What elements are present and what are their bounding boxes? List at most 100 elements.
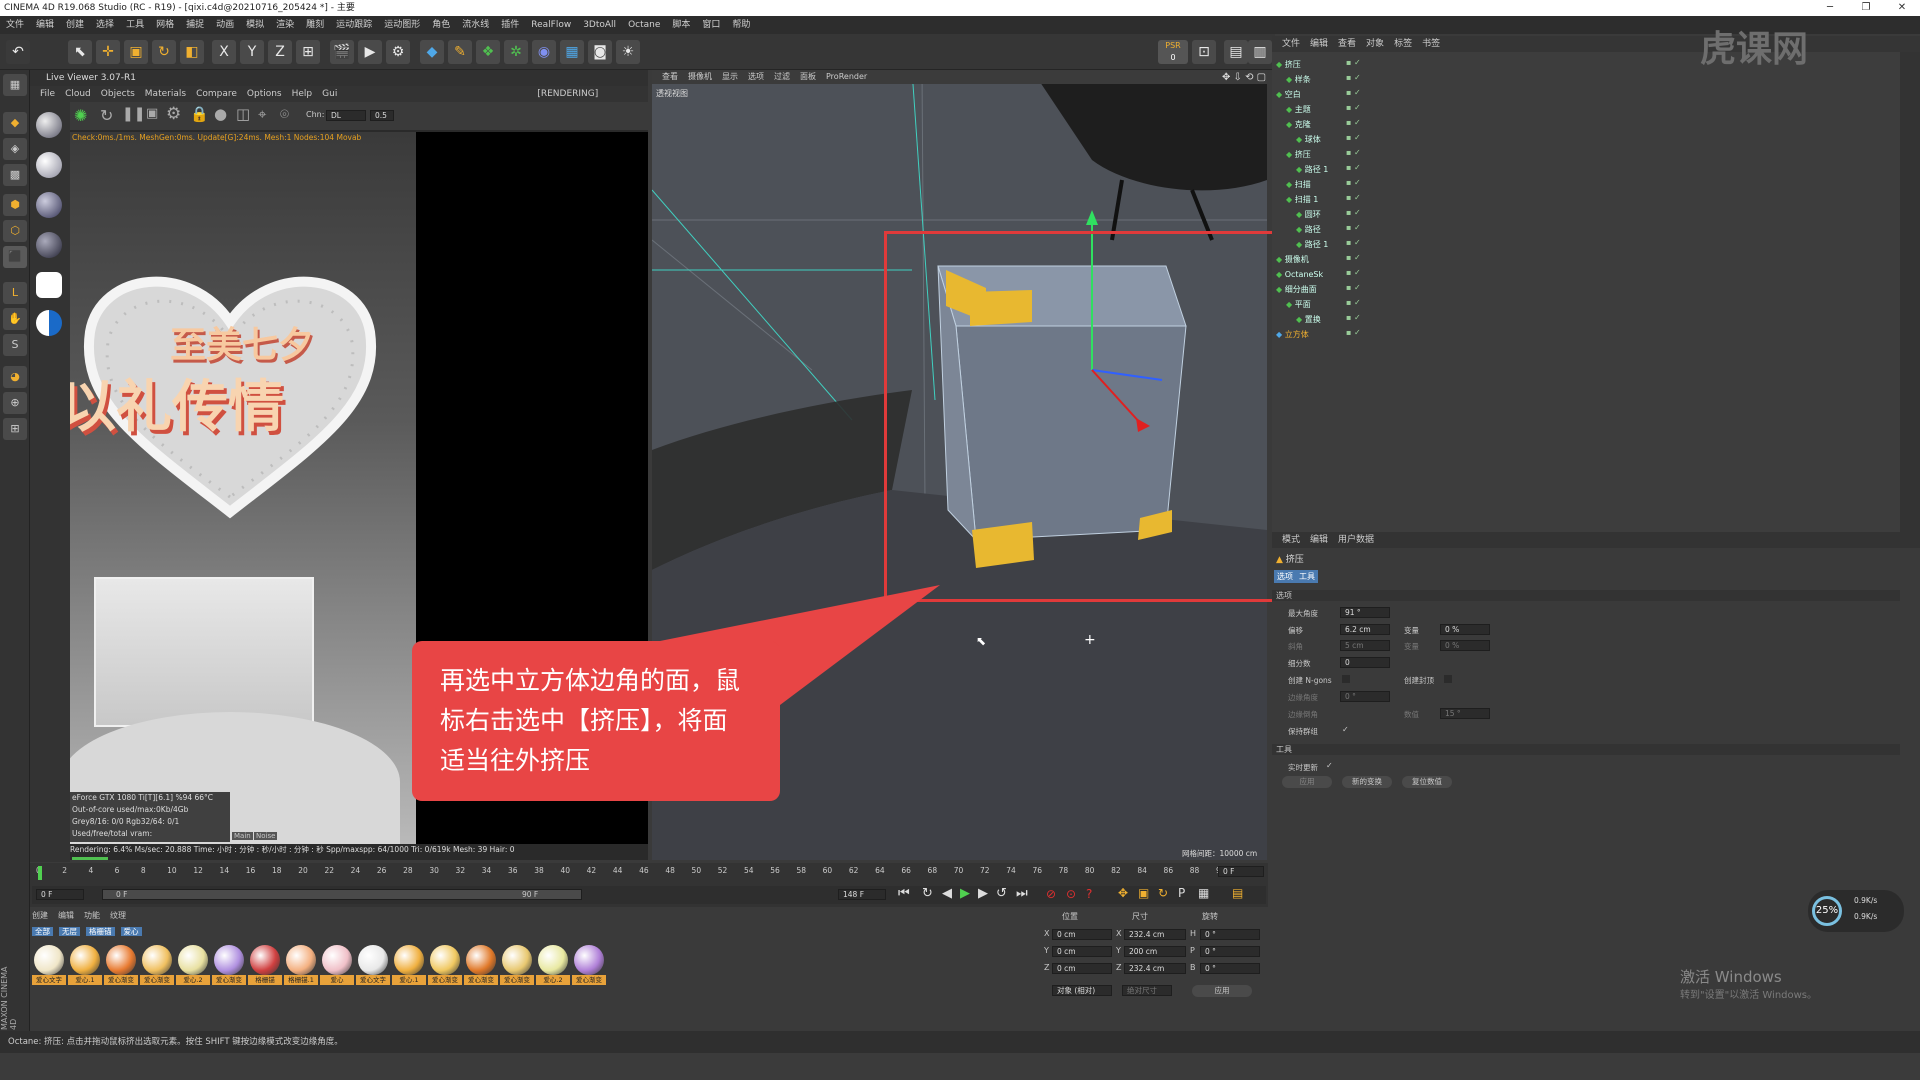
viewport-menu-item[interactable]: 摄像机 [688,72,712,81]
polygons-mode-icon[interactable]: ⬛ [3,246,27,268]
menu-item[interactable]: 工具 [126,16,144,34]
coord-position-field[interactable]: 0 cm [1052,946,1112,957]
texture-mode-icon[interactable]: ◈ [3,138,27,160]
layout-alt-icon[interactable]: ▥ [1248,40,1272,64]
objmgr-menu-item[interactable]: 标签 [1394,39,1412,49]
subdivision-icon[interactable]: ❖ [476,40,500,64]
menu-item[interactable]: 渲染 [276,16,294,34]
object-visibility-icon[interactable]: ▪ ✓ [1346,133,1361,142]
prev-frame-icon[interactable]: ◀ [942,886,952,901]
loop2-icon[interactable]: ↺ [996,886,1007,901]
offset-field[interactable]: 6.2 cm [1340,624,1390,635]
object-row[interactable]: ◆ 挤压 [1276,58,1346,72]
pause-icon[interactable]: ❚❚ [122,106,145,122]
material-filter-tab[interactable]: 全部 [32,927,53,936]
object-visibility-icon[interactable]: ▪ ✓ [1346,73,1361,82]
viewport-menu-item[interactable]: 查看 [662,72,678,81]
key-rotate-icon[interactable]: ↻ [1158,886,1168,900]
menu-item[interactable]: 帮助 [732,16,750,34]
objmgr-menu-item[interactable]: 对象 [1366,39,1384,49]
array-icon[interactable]: ✲ [504,40,528,64]
menu-item[interactable]: 运动图形 [384,16,420,34]
menu-item[interactable]: 选择 [96,16,114,34]
preview-half-sphere-icon[interactable] [36,310,62,336]
coord-size-select[interactable]: 绝对尺寸 [1122,985,1172,996]
menu-item[interactable]: 流水线 [462,16,489,34]
material-swatch[interactable]: 爱心渐变 [428,945,462,985]
object-visibility-icon[interactable]: ▪ ✓ [1346,268,1361,277]
object-visibility-icon[interactable]: ▪ ✓ [1346,298,1361,307]
objmgr-menu-item[interactable]: 文件 [1282,39,1300,49]
lv-menu-item[interactable]: Objects [101,89,135,99]
points-mode-icon[interactable]: ⬢ [3,194,27,216]
lv-menu-item[interactable]: Gui [322,89,337,99]
variance-field[interactable]: 0 % [1440,624,1490,635]
viewport-menu-item[interactable]: 过滤 [774,72,790,81]
ngons-checkbox[interactable] [1342,675,1350,683]
octane-send-icon[interactable]: ✺ [74,106,87,125]
material-menu-item[interactable]: 编辑 [58,911,74,920]
bevel-field[interactable]: 5 cm [1340,640,1390,651]
menu-item[interactable]: 网格 [156,16,174,34]
pen-spline-icon[interactable]: ✎ [448,40,472,64]
axis-z-button[interactable]: Z [268,40,292,64]
attr-menu-item[interactable]: 模式 [1282,535,1300,545]
objmgr-menu-item[interactable]: 书签 [1422,39,1440,49]
object-visibility-icon[interactable]: ▪ ✓ [1346,253,1361,262]
key-param-icon[interactable]: P [1178,886,1185,900]
material-swatch[interactable]: 爱心 [320,945,354,985]
object-row[interactable]: ◆ 摄像机 [1276,253,1346,267]
playhead[interactable] [38,866,42,880]
coord-position-field[interactable]: 0 cm [1052,929,1112,940]
material-swatch[interactable]: 爱心渐变 [140,945,174,985]
snapping-icon[interactable]: S [3,334,27,356]
menu-item[interactable]: 插件 [501,16,519,34]
preview-sphere-icon[interactable] [36,152,62,178]
object-row[interactable]: ◆ OctaneSk [1276,268,1346,282]
play-icon[interactable]: ▶ [960,886,970,901]
minimize-button[interactable]: ─ [1814,0,1846,16]
render-view-icon[interactable]: 🎬 [330,40,354,64]
coord-rotation-field[interactable]: 0 ° [1200,929,1260,940]
key-pla-icon[interactable]: ▦ [1198,886,1209,900]
layout-icon[interactable]: ▤ [1224,40,1248,64]
material-swatch[interactable]: 爱心.2 [536,945,570,985]
coord-position-field[interactable]: 0 cm [1052,963,1112,974]
coord-size-field[interactable]: 232.4 cm [1124,963,1186,974]
coord-rotation-field[interactable]: 0 ° [1200,963,1260,974]
attr-tab-tools[interactable]: 工具 [1296,570,1318,583]
current-frame-input[interactable]: 0 F [36,889,84,900]
pick-material-icon[interactable]: ⌾ [280,105,289,123]
menu-item[interactable]: 3DtoAll [583,16,616,34]
menu-item[interactable]: 文件 [6,16,24,34]
coord-rotation-field[interactable]: 0 ° [1200,946,1260,957]
lv-menu-item[interactable]: Materials [145,89,186,99]
autokey-icon[interactable]: ⊙ [1066,887,1076,901]
undo-icon[interactable]: ↶ [6,40,30,64]
edge-angle-field[interactable]: 0 ° [1340,691,1390,702]
material-swatch[interactable]: 爱心渐变 [464,945,498,985]
channel-select[interactable]: DL [326,110,366,121]
material-swatch[interactable]: 格栅锚 [248,945,282,985]
cube-object-icon[interactable]: ◆ [420,40,444,64]
material-filter-tab[interactable]: 爱心 [120,927,142,936]
region-icon[interactable]: ▣ [146,106,158,121]
material-swatch[interactable]: 爱心渐变 [104,945,138,985]
deformer-icon[interactable]: ◉ [532,40,556,64]
viewport-nav-icons[interactable]: ✥ ⇩ ⟲ ▢ [1222,72,1266,83]
move-tool-icon[interactable]: ✛ [96,40,120,64]
lock-icon[interactable]: ⊕ [3,392,27,414]
material-swatch[interactable]: 爱心文字 [356,945,390,985]
material-menu-item[interactable]: 创建 [32,911,48,920]
range-slider[interactable] [102,889,582,900]
loop-icon[interactable]: ↻ [922,886,933,901]
viewport-menu-item[interactable]: 显示 [722,72,738,81]
apply-button[interactable]: 应用 [1282,776,1332,788]
objmgr-menu-item[interactable]: 查看 [1338,39,1356,49]
coord-size-field[interactable]: 200 cm [1124,946,1186,957]
menu-item[interactable]: Octane [628,16,660,34]
menu-item[interactable]: 动画 [216,16,234,34]
menu-item[interactable]: 运动跟踪 [336,16,372,34]
model-mode-icon[interactable]: ◆ [3,112,27,134]
reset-values-button[interactable]: 复位数值 [1402,776,1452,788]
